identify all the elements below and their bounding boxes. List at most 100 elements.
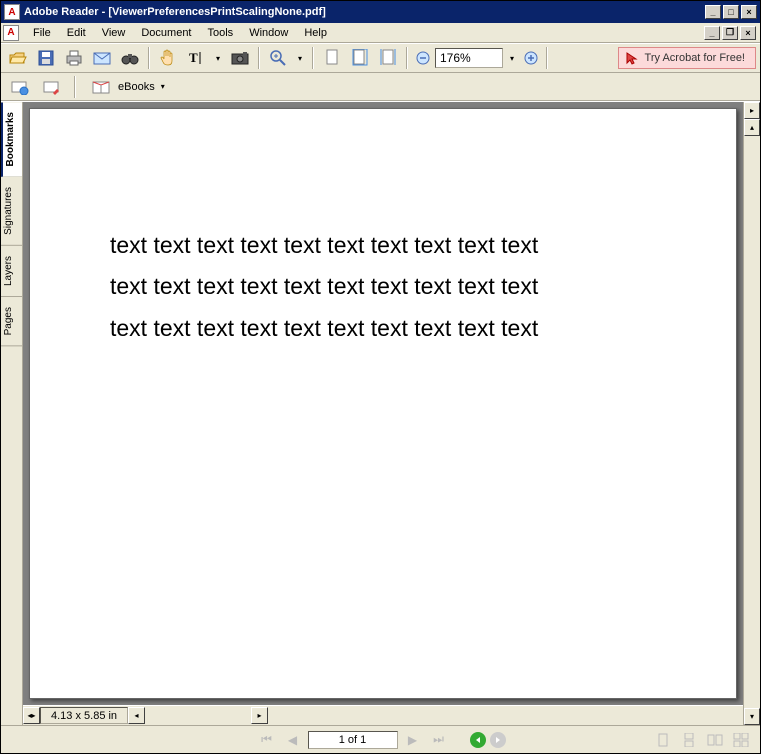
navigation-bar: ⏮ ◀ 1 of 1 ▶ ⏭ (1, 725, 760, 753)
prev-page-button[interactable]: ◀ (282, 730, 304, 750)
doc-close-button[interactable]: × (740, 26, 756, 40)
continuous-view-button[interactable] (678, 730, 700, 750)
printer-icon (65, 50, 83, 66)
toolbar-separator (148, 47, 150, 69)
page-dimensions-label: 4.13 x 5.85 in (51, 710, 117, 722)
zoom-plus-button[interactable] (521, 46, 541, 70)
toolbar-separator (74, 76, 76, 98)
try-acrobat-button[interactable]: Try Acrobat for Free! (618, 47, 756, 69)
print-button[interactable] (61, 46, 87, 70)
menu-edit[interactable]: Edit (59, 25, 94, 41)
zoom-dropdown[interactable]: ▾ (505, 48, 519, 68)
tab-signatures[interactable]: Signatures (1, 177, 22, 246)
hscroll-left[interactable]: ◂ (128, 707, 145, 724)
main-toolbar: T ▾ ▾ 176% ▾ Try Acrobat for Free! (1, 43, 760, 73)
vscroll-track[interactable] (744, 136, 760, 708)
window-titlebar: A Adobe Reader - [ViewerPreferencesPrint… (1, 1, 760, 23)
fit-page-button[interactable] (347, 46, 373, 70)
zoom-input[interactable]: 176% (435, 48, 503, 68)
document-text-line: text text text text text text text text … (110, 225, 722, 266)
fit-width-icon (380, 49, 396, 67)
hand-tool-button[interactable] (155, 46, 181, 70)
collab-button[interactable] (39, 75, 65, 99)
fit-page-icon (352, 49, 368, 67)
open-button[interactable] (5, 46, 31, 70)
next-page-button[interactable]: ▶ (402, 730, 424, 750)
snapshot-button[interactable] (227, 46, 253, 70)
fit-width-button[interactable] (375, 46, 401, 70)
minimize-button[interactable]: _ (705, 5, 721, 19)
hscroll-right[interactable]: ▸ (251, 707, 268, 724)
cont-facing-icon (733, 733, 749, 747)
text-cursor-icon: T (187, 49, 205, 67)
vscroll-up[interactable]: ▸ (744, 102, 760, 119)
zoom-in-button[interactable] (265, 46, 291, 70)
arrow-right-icon (493, 735, 503, 745)
facing-view-button[interactable] (704, 730, 726, 750)
last-page-button[interactable]: ⏭ (428, 730, 450, 750)
first-page-button[interactable]: ⏮ (256, 730, 278, 750)
search-button[interactable] (117, 46, 143, 70)
toolbar-separator (258, 47, 260, 69)
forward-view-button[interactable] (490, 732, 506, 748)
review-button[interactable] (7, 75, 33, 99)
ebooks-label: eBooks (118, 81, 155, 93)
status-bar: ◂▸ 4.13 x 5.85 in ◂ ▸ (23, 705, 743, 725)
continuous-facing-button[interactable] (730, 730, 752, 750)
page: text text text text text text text text … (29, 108, 737, 699)
doc-minimize-button[interactable]: _ (704, 26, 720, 40)
vscroll-up-arrow[interactable]: ▴ (744, 119, 760, 136)
back-view-button[interactable] (470, 732, 486, 748)
toolbar-separator (312, 47, 314, 69)
horizontal-scrollbar[interactable]: ◂ ▸ (128, 707, 268, 724)
facing-icon (707, 734, 723, 746)
zoom-tool-dropdown[interactable]: ▾ (293, 48, 307, 68)
doc-restore-button[interactable]: ❐ (722, 26, 738, 40)
text-select-button[interactable]: T (183, 46, 209, 70)
hscroll-track[interactable] (145, 707, 251, 724)
doc-icon: A (3, 25, 19, 41)
chevron-down-icon: ▾ (161, 82, 165, 91)
toolbar-separator (406, 47, 408, 69)
menu-document[interactable]: Document (133, 25, 199, 41)
side-tabs: Bookmarks Signatures Layers Pages (1, 102, 23, 725)
email-button[interactable] (89, 46, 115, 70)
close-button[interactable]: × (741, 5, 757, 19)
document-viewport[interactable]: text text text text text text text text … (23, 102, 743, 705)
folder-open-icon (9, 50, 27, 66)
save-button[interactable] (33, 46, 59, 70)
page-number-input[interactable]: 1 of 1 (308, 731, 398, 749)
ebooks-button[interactable]: eBooks ▾ (85, 76, 172, 98)
text-select-dropdown[interactable]: ▾ (211, 48, 225, 68)
vertical-scrollbar[interactable]: ▸ ▴ ▾ (743, 102, 760, 725)
single-page-view-button[interactable] (652, 730, 674, 750)
menu-file[interactable]: File (25, 25, 59, 41)
menu-window[interactable]: Window (241, 25, 296, 41)
floppy-icon (38, 50, 54, 66)
document-text-line: text text text text text text text text … (110, 308, 722, 349)
tab-pages[interactable]: Pages (1, 297, 22, 346)
secondary-toolbar: eBooks ▾ (1, 73, 760, 101)
toolbar-separator (546, 47, 548, 69)
document-area: text text text text text text text text … (23, 102, 743, 725)
menu-bar: A File Edit View Document Tools Window H… (1, 23, 760, 43)
menu-view[interactable]: View (94, 25, 134, 41)
tab-layers[interactable]: Layers (1, 246, 22, 297)
zoom-plus-icon (524, 51, 538, 65)
maximize-button[interactable]: □ (723, 5, 739, 19)
vscroll-down-arrow[interactable]: ▾ (744, 708, 760, 725)
zoom-out-button[interactable] (413, 46, 433, 70)
app-icon: A (4, 4, 20, 20)
envelope-icon (93, 51, 111, 65)
review-icon (11, 79, 29, 95)
page-number-label: 1 of 1 (339, 734, 367, 746)
zoom-out-icon (416, 51, 430, 65)
actual-size-button[interactable] (319, 46, 345, 70)
continuous-icon (683, 733, 695, 747)
menu-tools[interactable]: Tools (200, 25, 242, 41)
menu-help[interactable]: Help (296, 25, 335, 41)
arrow-left-icon (473, 735, 483, 745)
tab-bookmarks[interactable]: Bookmarks (1, 102, 22, 177)
page-actual-icon (325, 49, 339, 67)
hscroll-left-button[interactable]: ◂▸ (23, 707, 40, 724)
